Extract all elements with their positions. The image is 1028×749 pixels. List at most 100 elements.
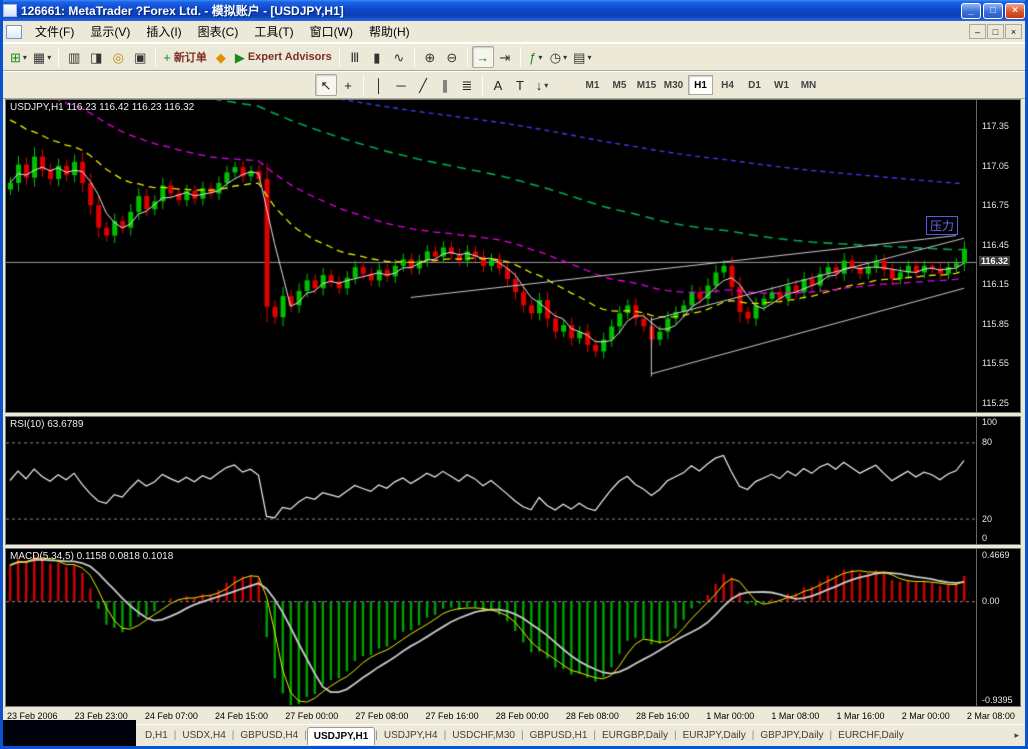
axis-label: 100 (982, 417, 997, 427)
resistance-label[interactable]: 压力 (926, 216, 958, 235)
axis-label: 115.25 (982, 398, 1009, 408)
chart-tab-gbpjpy-daily[interactable]: GBPJPY,Daily (754, 727, 829, 744)
chart-window-icon[interactable] (6, 25, 22, 39)
timeframe-h1[interactable]: H1 (688, 75, 713, 95)
mdi-close-button[interactable]: × (1005, 24, 1022, 39)
time-axis-label: 1 Mar 16:00 (837, 711, 885, 721)
cursor-button[interactable]: ↖ (315, 74, 337, 96)
chart-tab-eurchf-daily[interactable]: EURCHF,Daily (832, 727, 910, 744)
fibonacci-button[interactable]: ≣ (456, 74, 478, 96)
timeframe-m1[interactable]: M1 (580, 75, 605, 95)
menu-item-4[interactable]: 工具(T) (246, 23, 301, 41)
chart-tab-usdx-h4[interactable]: USDX,H4 (176, 727, 231, 744)
zoom-in-icon: ⊕ (424, 51, 435, 64)
timeframe-w1[interactable]: W1 (769, 75, 794, 95)
horizontal-line-button[interactable]: ─ (390, 74, 412, 96)
chart-tab-eurgbp-daily[interactable]: EURGBP,Daily (596, 727, 674, 744)
profiles-button[interactable]: ▦▾ (30, 46, 54, 68)
time-axis-label: 28 Feb 00:00 (496, 711, 549, 721)
rsi-canvas[interactable] (6, 417, 976, 544)
menu-item-0[interactable]: 文件(F) (27, 23, 82, 41)
chart-ohlc-header: USDJPY,H1 116.23 116.42 116.23 116.32 (10, 102, 194, 113)
terminal-button[interactable]: ▣ (129, 46, 151, 68)
auto-scroll-button[interactable]: → (472, 46, 494, 68)
time-axis-label: 27 Feb 00:00 (285, 711, 338, 721)
axis-label: 115.85 (982, 319, 1009, 329)
chart-tab-usdjpy-h1[interactable]: USDJPY,H1 (307, 727, 375, 745)
new-chart-button[interactable]: ⊞▾ (7, 46, 30, 68)
macd-canvas[interactable] (6, 549, 976, 706)
menu-item-3[interactable]: 图表(C) (190, 23, 247, 41)
minimize-button[interactable]: _ (961, 3, 981, 19)
chart-tab-d-h1[interactable]: D,H1 (139, 727, 174, 744)
time-axis-label: 23 Feb 23:00 (75, 711, 128, 721)
equidistant-channel-button[interactable]: ∥ (434, 74, 456, 96)
text-button[interactable]: A (487, 74, 509, 96)
timeframe-h4[interactable]: H4 (715, 75, 740, 95)
arrows-button[interactable]: ↓▾ (531, 74, 553, 96)
menu-item-1[interactable]: 显示(V) (82, 23, 138, 41)
restore-button[interactable]: □ (983, 3, 1003, 19)
time-axis[interactable]: 23 Feb 200623 Feb 23:0024 Feb 07:0024 Fe… (5, 707, 1021, 724)
menu-item-6[interactable]: 帮助(H) (361, 23, 418, 41)
dropdown-arrow-icon[interactable]: ▾ (23, 53, 27, 62)
expert-advisors-button[interactable]: ▶Expert Advisors (232, 46, 335, 68)
new-order-button[interactable]: +新订单 (160, 46, 210, 68)
toolbar-separator (363, 75, 364, 95)
axis-label: 117.05 (982, 161, 1009, 171)
chart-tab-gbpusd-h1[interactable]: GBPUSD,H1 (524, 727, 594, 744)
menu-item-5[interactable]: 窗口(W) (302, 23, 361, 41)
timeframe-d1[interactable]: D1 (742, 75, 767, 95)
fibonacci-icon: ≣ (462, 79, 473, 92)
text-icon: A (494, 79, 503, 92)
chart-region: USDJPY,H1 116.23 116.42 116.23 116.32 压力… (5, 99, 1023, 724)
timeframe-m5[interactable]: M5 (607, 75, 632, 95)
timeframe-m30[interactable]: M30 (661, 75, 686, 95)
dropdown-arrow-icon[interactable]: ▾ (563, 53, 567, 62)
timeframe-m15[interactable]: M15 (634, 75, 659, 95)
candlestick-chart-button[interactable]: ▮ (366, 46, 388, 68)
line-chart-button[interactable]: ∿ (388, 46, 410, 68)
vertical-line-button[interactable]: │ (368, 74, 390, 96)
periods-button[interactable]: ◷▾ (547, 46, 570, 68)
close-button[interactable]: × (1005, 3, 1025, 19)
data-window-button[interactable]: ◨ (85, 46, 107, 68)
metaeditor-button[interactable]: ◆ (210, 46, 232, 68)
time-axis-label: 1 Mar 08:00 (771, 711, 819, 721)
chart-tab-usdjpy-h4[interactable]: USDJPY,H4 (378, 727, 444, 744)
market-watch-button[interactable]: ▥ (63, 46, 85, 68)
chart-shift-button[interactable]: ⇥ (494, 46, 516, 68)
navigator-icon: ◎ (113, 51, 124, 64)
chart-tab-eurjpy-daily[interactable]: EURJPY,Daily (677, 727, 752, 744)
trendline-button[interactable]: ╱ (412, 74, 434, 96)
timeframe-mn[interactable]: MN (796, 75, 821, 95)
dropdown-arrow-icon[interactable]: ▾ (538, 53, 542, 62)
dropdown-arrow-icon[interactable]: ▾ (587, 53, 591, 62)
toolbar-separator (467, 47, 468, 67)
new-chart-icon: ⊞ (10, 51, 21, 64)
bar-chart-button[interactable]: Ⅲ (344, 46, 366, 68)
templates-button[interactable]: ▤▾ (570, 46, 594, 68)
dropdown-arrow-icon[interactable]: ▾ (47, 53, 51, 62)
line-chart-icon: ∿ (393, 51, 404, 64)
chart-tab-gbpusd-h4[interactable]: GBPUSD,H4 (234, 727, 304, 744)
time-axis-label: 23 Feb 2006 (7, 711, 58, 721)
mdi-restore-button[interactable]: □ (987, 24, 1004, 39)
chart-tabs: D,H1|USDX,H4|GBPUSD,H4|USDJPY,H1|USDJPY,… (139, 727, 910, 745)
indicators-button[interactable]: ƒ▾ (525, 46, 547, 68)
zoom-in-button[interactable]: ⊕ (419, 46, 441, 68)
crosshair-button[interactable]: + (337, 74, 359, 96)
bar-chart-icon: Ⅲ (350, 51, 359, 64)
equidistant-channel-icon: ∥ (442, 79, 449, 92)
indicators-icon: ƒ (529, 51, 536, 64)
main-chart-canvas[interactable] (6, 100, 976, 412)
text-label-button[interactable]: T (509, 74, 531, 96)
title-bar[interactable]: 126661: MetaTrader ?Forex Ltd. - 模拟账户 - … (0, 0, 1028, 21)
zoom-out-button[interactable]: ⊖ (441, 46, 463, 68)
chart-tab-usdchf-m30[interactable]: USDCHF,M30 (446, 727, 521, 744)
dropdown-arrow-icon[interactable]: ▾ (544, 81, 548, 90)
mdi-minimize-button[interactable]: – (969, 24, 986, 39)
navigator-button[interactable]: ◎ (107, 46, 129, 68)
menu-item-2[interactable]: 插入(I) (138, 23, 189, 41)
tab-scroll-right-icon[interactable]: ▸ (1014, 730, 1025, 741)
